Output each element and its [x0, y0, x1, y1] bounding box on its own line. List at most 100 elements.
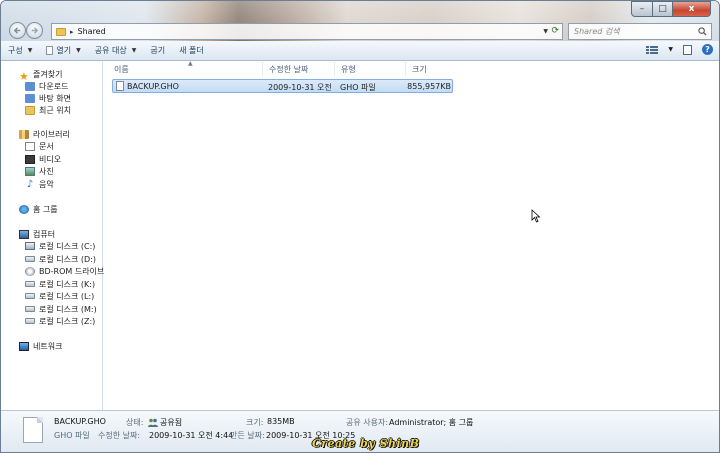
chevron-down-icon[interactable]: ▼ — [668, 46, 673, 53]
breadcrumb-separator[interactable]: ▸ — [70, 28, 74, 36]
detail-size-label: 크기: — [246, 418, 264, 427]
search-placeholder: Shared 검색 — [574, 27, 620, 36]
sidebar-item-label: 홈 그룹 — [33, 204, 58, 214]
sidebar-item-label: 로컬 디스크 (M:) — [39, 304, 97, 314]
detail-created-label: 만든 날짜: — [230, 431, 265, 440]
back-button[interactable] — [9, 22, 26, 39]
homegroup-icon — [19, 204, 29, 214]
sidebar-item-bd-rom[interactable]: BD-ROM 드라이브 ( — [25, 265, 110, 277]
sidebar-item-label: 로컬 디스크 (C:) — [39, 241, 96, 251]
sidebar-item-label: 로컬 디스크 (L:) — [39, 291, 95, 301]
detail-file-name: BACKUP.GHO — [54, 417, 106, 426]
detail-shared-with-value: Administrator; 홈 그룹 — [389, 418, 474, 427]
sidebar-item-label: 다운로드 — [39, 81, 69, 91]
column-header-label: 크기 — [412, 64, 427, 74]
disc-drive-icon — [25, 266, 35, 276]
sidebar-item-downloads[interactable]: 다운로드 — [25, 80, 68, 92]
hard-drive-icon — [25, 256, 35, 262]
file-date: 2009-10-31 오전 4:44 — [268, 83, 334, 92]
sidebar-item-documents[interactable]: 문서 — [25, 140, 54, 152]
table-row[interactable]: BACKUP.GHO 2009-10-31 오전 4:44 GHO 파일 855… — [112, 79, 453, 93]
share-with-button[interactable]: 공유 대상 ▼ — [88, 42, 144, 60]
maximize-button[interactable]: □ — [653, 1, 673, 17]
sidebar-item-pictures[interactable]: 사진 — [25, 165, 54, 177]
column-header-name[interactable]: 이름 ▲ — [108, 60, 263, 76]
sidebar-item-drive-c[interactable]: 로컬 디스크 (C:) — [25, 240, 95, 252]
sort-arrow-icon: ▲ — [188, 60, 193, 67]
sidebar-item-label: 음악 — [39, 179, 54, 189]
sidebar-item-label: 컴퓨터 — [33, 229, 56, 239]
burn-button[interactable]: 굽기 — [143, 42, 172, 60]
open-button[interactable]: 열기 ▼ — [39, 42, 87, 60]
sidebar-item-drive-l[interactable]: 로컬 디스크 (L:) — [25, 290, 94, 302]
sidebar-item-label: 로컬 디스크 (Z:) — [39, 316, 96, 326]
column-header-type[interactable]: 유형 — [335, 62, 406, 76]
view-options-icon[interactable] — [646, 45, 659, 55]
column-header-date[interactable]: 수정한 날짜 — [263, 62, 335, 76]
recent-places-icon — [25, 105, 35, 115]
close-button[interactable]: x — [673, 1, 711, 17]
command-bar: 구성 ▼ 열기 ▼ 공유 대상 ▼ 굽기 새 폴더 ▼ ? — [1, 41, 719, 61]
organize-label: 구성 — [8, 46, 23, 55]
column-header-size[interactable]: 크기 — [406, 62, 456, 76]
sidebar-item-drive-m[interactable]: 로컬 디스크 (M:) — [25, 303, 97, 315]
hard-drive-icon — [25, 293, 35, 299]
burn-label: 굽기 — [150, 46, 166, 55]
breadcrumb[interactable]: Shared — [78, 27, 106, 36]
file-size: 855,957KB — [407, 82, 451, 91]
search-icon[interactable] — [698, 27, 707, 36]
document-icon — [46, 46, 54, 55]
refresh-icon[interactable]: ⟳ — [551, 26, 559, 36]
detail-state-value: 공유됨 — [160, 418, 183, 427]
open-label: 열기 — [56, 46, 72, 55]
sidebar-item-label: 문서 — [39, 141, 54, 151]
sidebar-item-favorites[interactable]: ★ 즐겨찾기 — [19, 68, 63, 83]
hard-drive-icon — [25, 306, 35, 312]
library-icon — [19, 129, 29, 139]
sidebar-item-computer[interactable]: 컴퓨터 — [19, 228, 55, 240]
details-pane: BACKUP.GHO GHO 파일 상태: 공유됨 크기: 835MB 공유 사… — [1, 410, 719, 452]
sidebar-item-desktop[interactable]: 바탕 화면 — [25, 92, 71, 104]
document-icon — [25, 141, 35, 151]
sidebar-item-drive-k[interactable]: 로컬 디스크 (K:) — [25, 278, 95, 290]
sidebar-item-label: 바탕 화면 — [39, 93, 71, 103]
preview-pane-icon[interactable] — [683, 44, 692, 55]
arrow-left-icon — [13, 27, 21, 34]
sidebar-item-label: 로컬 디스크 (D:) — [39, 254, 96, 264]
sidebar-item-libraries[interactable]: 라이브러리 — [19, 128, 70, 140]
sidebar-item-label: BD-ROM 드라이브 ( — [39, 266, 110, 276]
sidebar-item-recent[interactable]: 최근 위치 — [25, 104, 71, 116]
sidebar-item-homegroup[interactable]: 홈 그룹 — [19, 203, 58, 215]
new-folder-button[interactable]: 새 폴더 — [172, 42, 211, 60]
help-icon[interactable]: ? — [702, 44, 713, 55]
sidebar-item-label: 네트워크 — [33, 341, 63, 351]
sidebar-item-label: 비디오 — [39, 154, 62, 164]
mouse-cursor-icon — [531, 209, 541, 223]
sidebar-item-drive-z[interactable]: 로컬 디스크 (Z:) — [25, 315, 95, 327]
forward-button[interactable] — [26, 22, 43, 39]
picture-icon — [25, 166, 35, 176]
video-icon — [25, 154, 35, 164]
organize-button[interactable]: 구성 ▼ — [1, 42, 39, 60]
chevron-down-icon[interactable]: ▼ — [543, 28, 548, 35]
search-input[interactable]: Shared 검색 — [568, 23, 712, 40]
minimize-button[interactable]: – — [631, 1, 653, 17]
detail-modified-label: 수정한 날짜: — [98, 431, 141, 440]
view-controls: ▼ ? — [646, 44, 713, 55]
watermark: Create by ShinB — [312, 437, 420, 450]
detail-shared-with-label: 공유 사용자: — [346, 418, 389, 427]
shared-users-icon — [148, 418, 158, 427]
sidebar-item-network[interactable]: 네트워크 — [19, 340, 62, 352]
file-type: GHO 파일 — [340, 83, 376, 92]
detail-state-label: 상태: — [126, 418, 144, 427]
file-list: 이름 ▲ 수정한 날짜 유형 크기 BACKUP.GHO 2009-10-31 … — [104, 60, 719, 410]
sidebar-item-music[interactable]: ♪ 음악 — [25, 178, 54, 190]
sidebar-item-label: 즐겨찾기 — [33, 69, 63, 79]
sidebar-item-drive-d[interactable]: 로컬 디스크 (D:) — [25, 253, 96, 265]
hard-drive-icon — [25, 281, 35, 287]
address-bar[interactable]: ▸ Shared ▼ ⟳ — [51, 23, 563, 40]
sidebar-item-videos[interactable]: 비디오 — [25, 153, 61, 165]
column-header-label: 이름 — [114, 64, 129, 74]
chevron-down-icon: ▼ — [76, 47, 81, 54]
sidebar-item-label: 라이브러리 — [33, 129, 70, 139]
